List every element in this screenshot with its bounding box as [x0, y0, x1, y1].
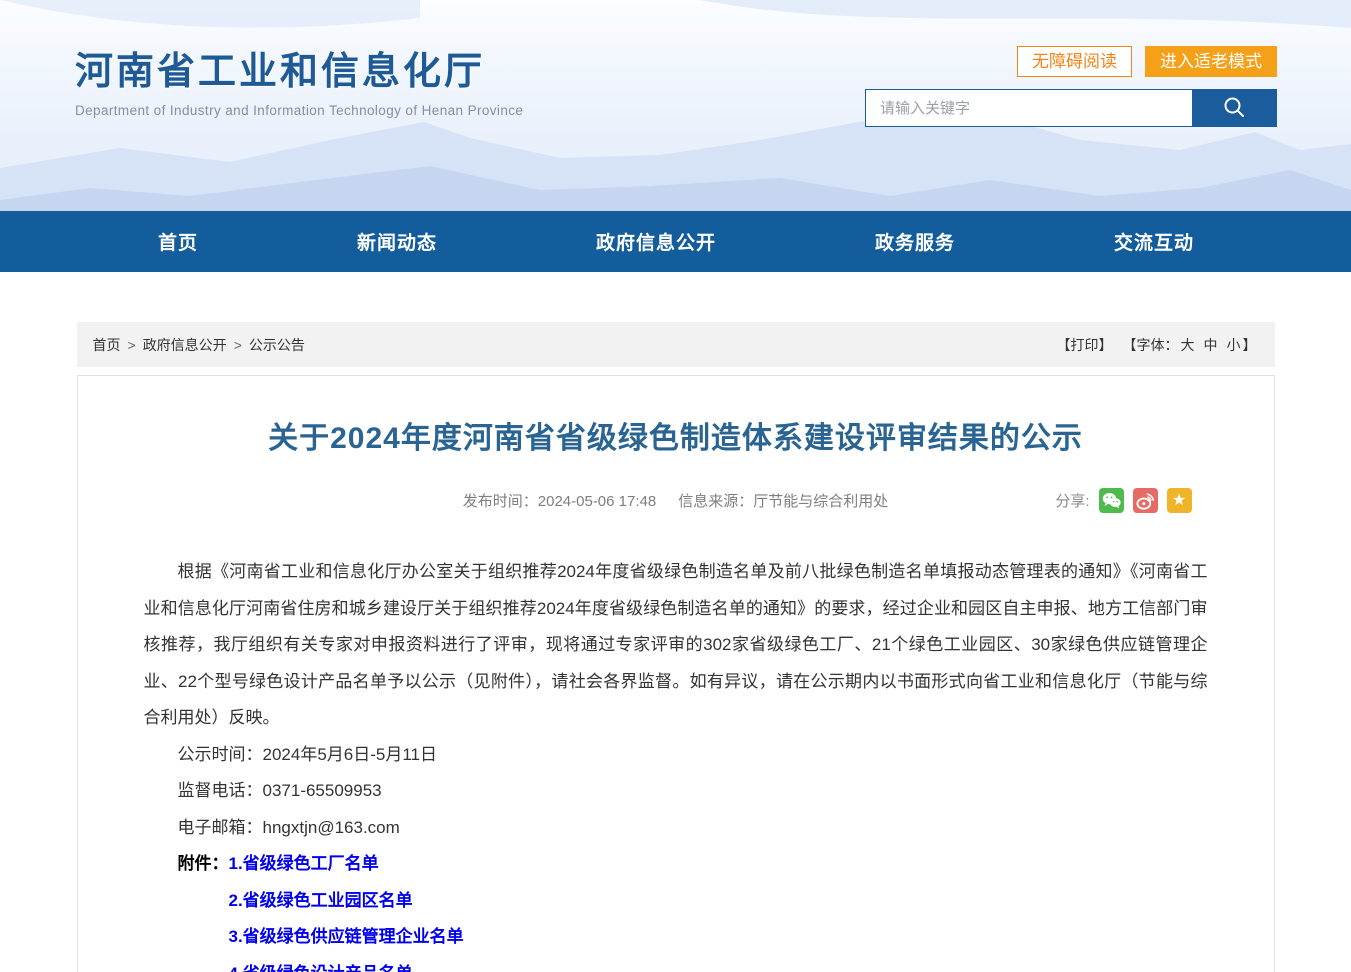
article-meta: 发布时间：2024-05-06 17:48 信息来源：厅节能与综合利用处: [144, 488, 1208, 516]
breadcrumb-notices[interactable]: 公示公告: [249, 335, 305, 355]
search-bar: [865, 89, 1277, 127]
site-title: 河南省工业和信息化厅: [75, 40, 523, 95]
elder-mode-button[interactable]: 进入适老模式: [1145, 46, 1277, 77]
page-tools: 【打印】 【字体： 大 中 小 】: [1057, 335, 1257, 355]
nav-item-news[interactable]: 新闻动态: [357, 228, 437, 255]
search-button[interactable]: [1192, 90, 1276, 126]
nav-item-home[interactable]: 首页: [158, 228, 198, 255]
share-box: 分享:: [1055, 488, 1191, 513]
share-qzone-icon[interactable]: ★: [1167, 488, 1192, 513]
print-button[interactable]: 【打印】: [1057, 335, 1113, 355]
main-nav: 首页 新闻动态 政府信息公开 政务服务 交流互动: [0, 211, 1351, 272]
page: 河南省工业和信息化厅 Department of Industry and In…: [0, 0, 1351, 972]
site-logo[interactable]: 河南省工业和信息化厅 Department of Industry and In…: [75, 40, 523, 118]
breadcrumb-home[interactable]: 首页: [93, 335, 121, 355]
header-tools: 无障碍阅读 进入适老模式: [1017, 46, 1277, 77]
publish-time-label: 发布时间：: [463, 493, 538, 510]
attachment-link-green-parks[interactable]: 2.省级绿色工业园区名单: [229, 883, 464, 920]
breadcrumb-gov-info[interactable]: 政府信息公开: [143, 335, 227, 355]
article-body: 根据《河南省工业和信息化厅办公室关于组织推荐2024年度省级绿色制造名单及前八批…: [144, 554, 1208, 972]
nav-item-services[interactable]: 政务服务: [875, 228, 955, 255]
publish-time: 2024-05-06 17:48: [538, 493, 656, 510]
share-weibo-icon[interactable]: [1133, 488, 1158, 513]
share-wechat-icon[interactable]: [1099, 488, 1124, 513]
article-container: 关于2024年度河南省省级绿色制造体系建设评审结果的公示 发布时间：2024-0…: [77, 375, 1275, 972]
star-icon: ★: [1172, 493, 1186, 509]
article-title: 关于2024年度河南省省级绿色制造体系建设评审结果的公示: [144, 418, 1208, 460]
nav-item-interaction[interactable]: 交流互动: [1114, 228, 1194, 255]
source-label: 信息来源：: [678, 493, 753, 510]
font-size-large-button[interactable]: 大: [1181, 335, 1195, 355]
article-meta-row: 发布时间：2024-05-06 17:48 信息来源：厅节能与综合利用处 分享:: [144, 488, 1208, 516]
breadcrumb-separator: >: [128, 337, 136, 353]
attachment-link-green-supply-chain[interactable]: 3.省级绿色供应链管理企业名单: [229, 919, 464, 956]
font-size-medium-button[interactable]: 中: [1204, 335, 1218, 355]
attachments-list: 1.省级绿色工厂名单 2.省级绿色工业园区名单 3.省级绿色供应链管理企业名单 …: [229, 846, 464, 972]
supervision-phone-line: 监督电话：0371-65509953: [144, 773, 1208, 810]
email-line: 电子邮箱：hngxtjn@163.com: [144, 810, 1208, 847]
breadcrumb: 首页 > 政府信息公开 > 公示公告: [93, 335, 305, 355]
font-size-prefix: 【字体：: [1123, 335, 1179, 355]
attachments-label: 附件：: [144, 846, 229, 972]
breadcrumb-bar: 首页 > 政府信息公开 > 公示公告 【打印】 【字体： 大 中 小 】: [77, 322, 1275, 367]
site-subtitle: Department of Industry and Information T…: [75, 103, 523, 118]
search-input[interactable]: [866, 90, 1192, 126]
attachment-link-green-factories[interactable]: 1.省级绿色工厂名单: [229, 846, 464, 883]
article-paragraph: 根据《河南省工业和信息化厅办公室关于组织推荐2024年度省级绿色制造名单及前八批…: [144, 554, 1208, 737]
font-size-small-button[interactable]: 小: [1227, 335, 1241, 355]
source: 厅节能与综合利用处: [753, 493, 888, 510]
notice-period-line: 公示时间：2024年5月6日-5月11日: [144, 737, 1208, 774]
font-size-control: 【字体： 大 中 小 】: [1123, 335, 1257, 355]
nav-item-gov-info[interactable]: 政府信息公开: [596, 228, 716, 255]
search-icon: [1221, 94, 1247, 123]
accessibility-reading-button[interactable]: 无障碍阅读: [1017, 46, 1132, 77]
font-size-suffix: 】: [1243, 335, 1257, 355]
breadcrumb-separator: >: [234, 337, 242, 353]
attachment-link-green-design-products[interactable]: 4.省级绿色设计产品名单: [229, 956, 464, 972]
share-label: 分享:: [1055, 490, 1089, 511]
site-header: 河南省工业和信息化厅 Department of Industry and In…: [0, 0, 1351, 211]
attachments-block: 附件： 1.省级绿色工厂名单 2.省级绿色工业园区名单 3.省级绿色供应链管理企…: [144, 846, 1208, 972]
